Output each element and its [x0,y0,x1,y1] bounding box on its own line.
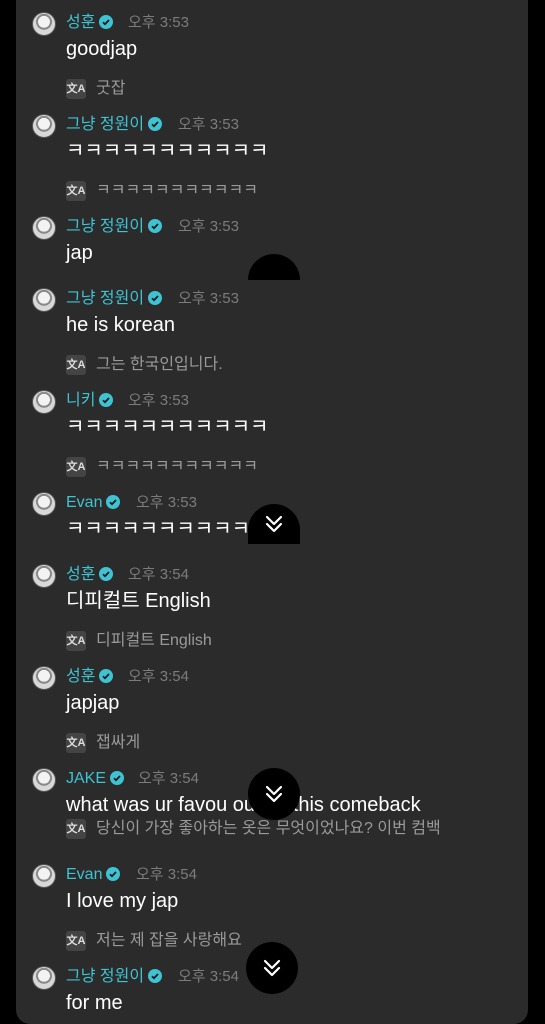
verified-badge-icon [148,969,163,983]
message-text: I love my jap [66,890,179,912]
translate-icon: 文A [66,631,86,651]
translate-icon: 文A [66,181,86,201]
timestamp: 오후 3:54 [178,968,239,985]
message-text: japjap [66,692,120,714]
avatar[interactable] [32,114,56,138]
sender-name[interactable]: JAKE [66,768,125,790]
verified-badge-icon [110,771,125,785]
message-text: ㅋㅋㅋㅋㅋㅋㅋㅋㅋㅋㅋ [66,140,269,162]
avatar[interactable] [32,768,56,792]
timestamp: 오후 3:53 [128,392,189,409]
translation-text: 그는 한국인입니다. [96,356,223,373]
scroll-down-button[interactable] [246,942,298,994]
translation-text: 잽싸게 [96,734,141,751]
chat-panel[interactable]: 성훈 오후 3:53 goodjap 文A 굿잡 그냥 정원이 오후 3:53 … [16,0,528,1024]
message-text: goodjap [66,38,138,60]
verified-badge-icon [99,393,114,407]
chat-message[interactable]: 그냥 정원이 오후 3:53 ㅋㅋㅋㅋㅋㅋㅋㅋㅋㅋㅋ 文A ㅋㅋㅋㅋㅋㅋㅋㅋㅋㅋ… [16,114,528,204]
avatar[interactable] [32,288,56,312]
translate-icon: 文A [66,79,86,99]
chevron-double-down-icon [265,515,283,533]
sender-name[interactable]: 그냥 정원이 [66,288,163,310]
avatar[interactable] [32,966,56,990]
timestamp: 오후 3:53 [136,494,197,511]
chevron-double-down-icon [263,959,281,977]
avatar[interactable] [32,864,56,888]
sender-name[interactable]: 성훈 [66,12,114,34]
scroll-down-button[interactable] [248,768,300,820]
verified-badge-icon [99,669,114,683]
translation-text: 디피컬트 English [96,632,212,649]
timestamp: 오후 3:54 [136,866,197,883]
translate-icon: 文A [66,733,86,753]
sender-name[interactable]: 그냥 정원이 [66,966,163,988]
timestamp: 오후 3:54 [128,668,189,685]
timestamp: 오후 3:53 [128,14,189,31]
timestamp: 오후 3:53 [178,116,239,133]
message-text: ㅋㅋㅋㅋㅋㅋㅋㅋㅋㅋ [66,518,250,540]
chat-message[interactable]: 성훈 오후 3:54 japjap 文A 잽싸게 [16,666,528,756]
sender-name[interactable]: Evan [66,864,121,886]
sender-name[interactable]: 성훈 [66,564,114,586]
translation-text: 굿잡 [96,80,126,97]
sender-name[interactable]: 그냥 정원이 [66,216,163,238]
translation-text: 저는 제 잡을 사랑해요 [96,932,242,949]
message-text: jap [66,242,93,264]
timestamp: 오후 3:54 [138,770,199,787]
avatar[interactable] [32,390,56,414]
avatar[interactable] [32,564,56,588]
translate-icon: 文A [66,457,86,477]
translation-text: ㅋㅋㅋㅋㅋㅋㅋㅋㅋㅋㅋ [96,182,258,199]
chat-message[interactable]: 니키 오후 3:53 ㅋㅋㅋㅋㅋㅋㅋㅋㅋㅋㅋ 文A ㅋㅋㅋㅋㅋㅋㅋㅋㅋㅋㅋ [16,390,528,480]
translate-icon: 文A [66,355,86,375]
chat-message[interactable]: Evan 오후 3:54 I love my jap 文A 저는 제 잡을 사랑… [16,864,528,954]
chevron-double-down-icon [265,785,283,803]
chat-message[interactable]: 성훈 오후 3:53 goodjap 文A 굿잡 [16,12,528,102]
sender-name[interactable]: 그냥 정원이 [66,114,163,136]
timestamp: 오후 3:53 [178,218,239,235]
message-text: he is korean [66,314,175,336]
sender-name[interactable]: 니키 [66,390,114,412]
message-text: 디피컬트 English [66,590,211,612]
timestamp: 오후 3:53 [178,290,239,307]
message-text: ㅋㅋㅋㅋㅋㅋㅋㅋㅋㅋㅋ [66,416,269,438]
verified-badge-icon [148,291,163,305]
avatar[interactable] [32,492,56,516]
message-text: what was ur favou outfit? this comeback [66,794,421,816]
sender-name[interactable]: 성훈 [66,666,114,688]
chat-message[interactable]: 그냥 정원이 오후 3:53 he is korean 文A 그는 한국인입니다… [16,288,528,378]
translation-text: ㅋㅋㅋㅋㅋㅋㅋㅋㅋㅋㅋ [96,458,258,475]
sender-name[interactable]: Evan [66,492,121,514]
translate-icon: 文A [66,931,86,951]
translation-text: 당신이 가장 좋아하는 옷은 무엇이었나요? 이번 컴백 [96,820,441,837]
verified-badge-icon [99,567,114,581]
chat-message[interactable]: 성훈 오후 3:54 디피컬트 English 文A 디피컬트 English [16,564,528,654]
verified-badge-icon [106,495,121,509]
verified-badge-icon [148,219,163,233]
timestamp: 오후 3:54 [128,566,189,583]
avatar[interactable] [32,12,56,36]
translate-icon: 文A [66,819,86,839]
verified-badge-icon [148,117,163,131]
message-text: for me [66,992,123,1014]
avatar[interactable] [32,666,56,690]
avatar[interactable] [32,216,56,240]
verified-badge-icon [106,867,121,881]
verified-badge-icon [99,15,114,29]
